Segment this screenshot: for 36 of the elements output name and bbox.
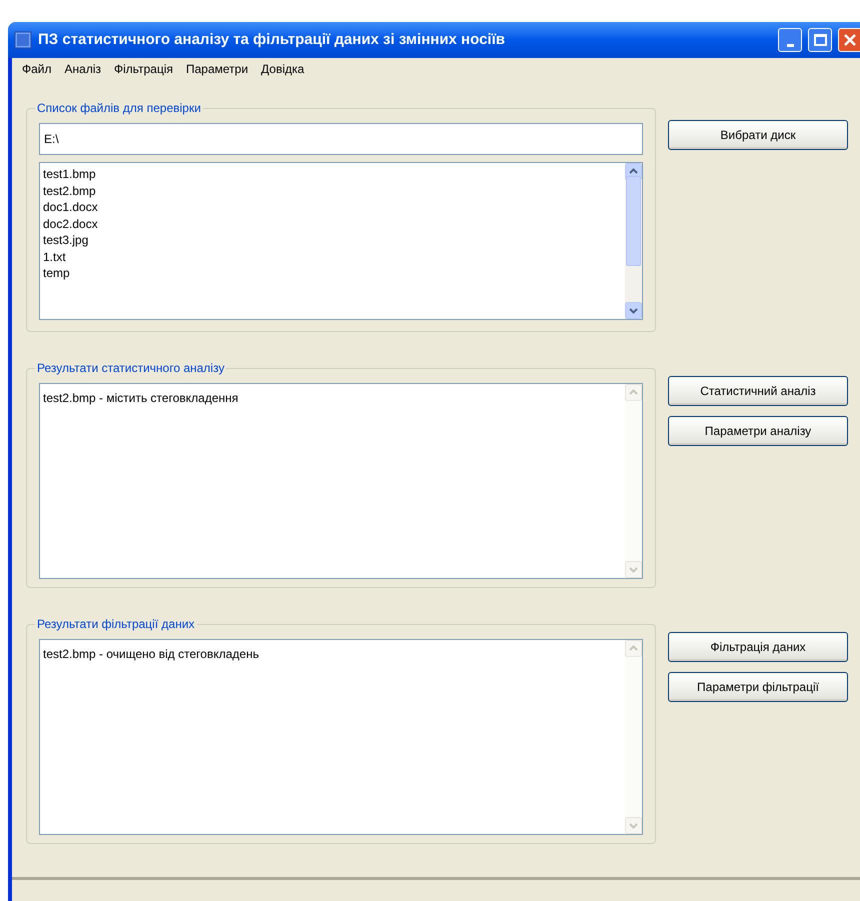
- results-box[interactable]: test2.bmp - очищено від стеговкладень: [39, 639, 643, 835]
- command-button[interactable]: Параметри фільтрації: [668, 672, 848, 702]
- vertical-scrollbar[interactable]: [625, 163, 642, 319]
- result-text: test2.bmp - очищено від стеговкладень: [43, 647, 259, 661]
- command-button[interactable]: Вибрати диск: [668, 120, 848, 150]
- group-label: Результати статистичного аналізу: [35, 360, 226, 376]
- result-text: test2.bmp - містить стеговкладення: [43, 391, 238, 405]
- file-item[interactable]: temp: [43, 265, 622, 282]
- file-item[interactable]: test2.bmp: [43, 182, 622, 199]
- file-item[interactable]: test3.jpg: [43, 232, 622, 248]
- close-icon: [844, 34, 856, 46]
- file-item[interactable]: doc2.docx: [43, 216, 622, 232]
- close-button[interactable]: [838, 28, 860, 52]
- command-button[interactable]: Параметри аналізу: [668, 416, 848, 446]
- command-button[interactable]: Фільтрація даних: [668, 632, 848, 662]
- command-button[interactable]: Статистичний аналіз: [668, 376, 848, 406]
- file-item[interactable]: doc1.docx: [43, 199, 622, 216]
- group-label: Список файлів для перевірки: [35, 100, 203, 116]
- scroll-thumb[interactable]: [626, 176, 641, 266]
- app-icon: [14, 31, 32, 49]
- menu-item[interactable]: Довідка: [261, 60, 304, 78]
- path-field[interactable]: E:\: [39, 123, 643, 155]
- file-item[interactable]: 1.txt: [43, 248, 622, 265]
- menu-item[interactable]: Параметри: [186, 60, 248, 78]
- menu-item[interactable]: Аналіз: [64, 60, 101, 78]
- maximize-button[interactable]: [808, 28, 832, 52]
- path-text: E:\: [44, 131, 59, 148]
- group-label: Результати фільтрації даних: [35, 616, 197, 632]
- results-box[interactable]: test2.bmp - містить стеговкладення: [39, 383, 643, 579]
- minimize-button[interactable]: [778, 28, 802, 52]
- menu-item[interactable]: Фільтрація: [114, 60, 173, 78]
- scroll-down-icon[interactable]: [625, 302, 642, 319]
- menu-item[interactable]: Файл: [22, 60, 52, 78]
- file-list[interactable]: test1.bmp test2.bmp doc1.docx doc2.docx test3.jpg 1.txt temp: [39, 162, 643, 320]
- file-item[interactable]: test1.bmp: [43, 166, 622, 182]
- window-title: ПЗ статистичного аналізу та фільтрації даних зі змінних носіїв: [38, 30, 506, 50]
